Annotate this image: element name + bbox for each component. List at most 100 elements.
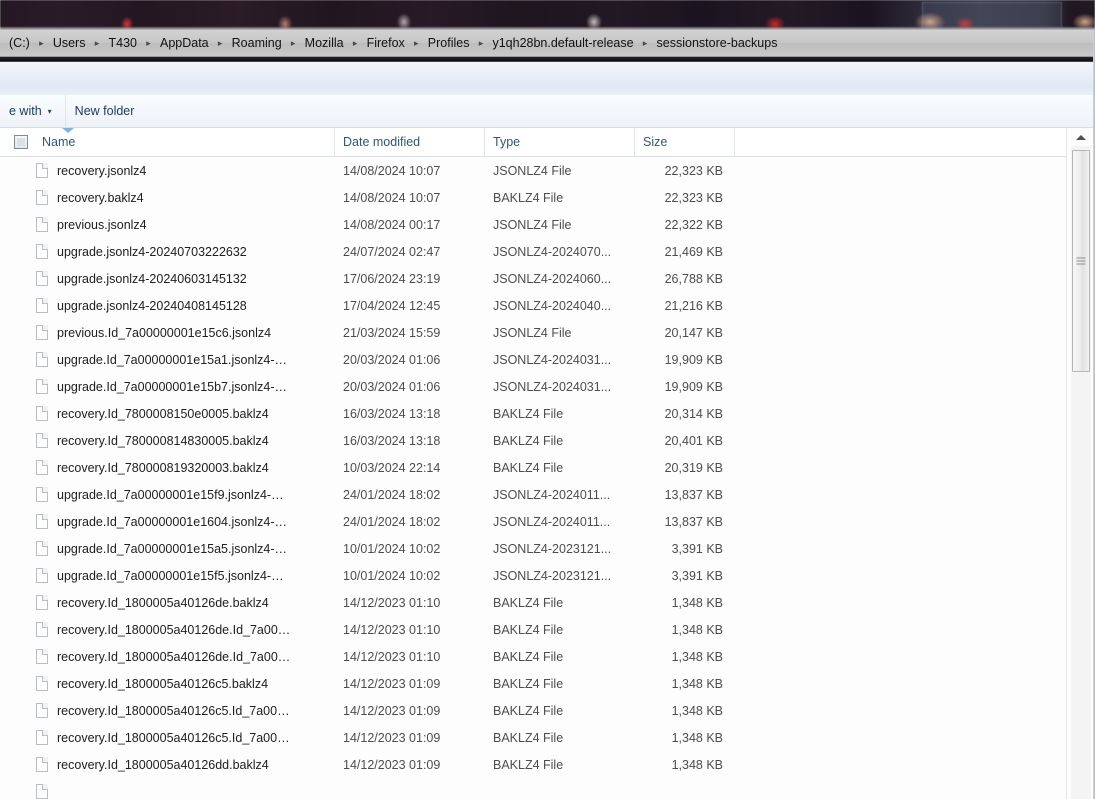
file-name-cell[interactable]: recovery.Id_1800005a40126dd.baklz4 <box>0 757 335 772</box>
file-name-cell[interactable]: upgrade.Id_7a00000001e15f5.jsonlz4-… <box>0 568 335 583</box>
file-row[interactable]: recovery.Id_1800005a40126de.Id_7a00… 14/1… <box>0 616 1066 643</box>
file-name-cell[interactable]: upgrade.Id_7a00000001e15a1.jsonlz4-… <box>0 352 335 367</box>
file-icon <box>36 406 48 421</box>
breadcrumb-item-profile-folder[interactable]: y1qh28bn.default-release <box>487 33 638 54</box>
file-type-cell: JSONLZ4-2024011... <box>493 514 611 529</box>
file-row[interactable]: upgrade.Id_7a00000001e15a1.jsonlz4-… 20/0… <box>0 346 1066 373</box>
file-row[interactable]: upgrade.Id_7a00000001e15f5.jsonlz4-… 10/0… <box>0 562 1066 589</box>
breadcrumb-item-firefox[interactable]: Firefox <box>362 33 410 54</box>
file-size-cell: 1,348 KB <box>671 676 723 691</box>
file-date-modified-cell: 14/12/2023 01:09 <box>343 730 441 745</box>
file-type-cell: JSONLZ4 File <box>493 217 572 232</box>
file-name-cell[interactable]: recovery.Id_1800005a40126c5.Id_7a00… <box>0 730 335 745</box>
file-size-cell: 13,837 KB <box>664 487 723 502</box>
file-row[interactable]: recovery.Id_1800005a40126de.Id_7a00… 14/1… <box>0 643 1066 670</box>
file-row[interactable]: recovery.Id_780000819320003.baklz4 10/03/… <box>0 454 1066 481</box>
open-with-button[interactable]: e with ▾ <box>0 98 61 124</box>
file-row[interactable]: recovery.Id_1800005a40126c5.Id_7a00… 14/1… <box>0 724 1066 751</box>
file-date-modified-cell: 16/03/2024 13:18 <box>343 433 441 448</box>
file-name-cell[interactable]: recovery.Id_780000819320003.baklz4 <box>0 460 335 475</box>
scroll-up-icon[interactable] <box>1067 128 1095 146</box>
file-row[interactable]: upgrade.jsonlz4-20240703222632 24/07/2024… <box>0 238 1066 265</box>
file-row[interactable]: recovery.Id_1800005a40126de.baklz4 14/12/… <box>0 589 1066 616</box>
file-name-cell[interactable]: recovery.jsonlz4 <box>0 163 335 178</box>
column-header-date-modified[interactable]: Date modified <box>335 127 485 157</box>
file-row[interactable]: recovery.baklz4 14/08/2024 10:07 BAKLZ4 Fi… <box>0 184 1066 211</box>
file-row[interactable]: recovery.jsonlz4 14/08/2024 10:07 JSONLZ4 … <box>0 157 1066 184</box>
file-row[interactable]: recovery.Id_7800008150e0005.baklz4 16/03/… <box>0 400 1066 427</box>
address-bar[interactable]: (C:) ▸ Users ▸ T430 ▸ AppData ▸ Roaming … <box>0 30 1095 57</box>
file-name-cell[interactable]: recovery.Id_1800005a40126c5.Id_7a00… <box>0 703 335 718</box>
file-name-label: recovery.Id_1800005a40126c5.Id_7a00… <box>57 703 290 718</box>
breadcrumb-item-users[interactable]: Users <box>48 33 91 54</box>
file-name-cell[interactable] <box>0 784 335 799</box>
file-name-cell[interactable]: upgrade.jsonlz4-20240603145132 <box>0 271 335 286</box>
breadcrumb-separator-icon: ▸ <box>642 37 648 48</box>
file-row[interactable]: recovery.Id_780000814830005.baklz4 16/03/… <box>0 427 1066 454</box>
explorer-toolbar: e with ▾ New folder <box>0 94 1095 128</box>
file-name-cell[interactable]: recovery.Id_7800008150e0005.baklz4 <box>0 406 335 421</box>
new-folder-label: New folder <box>74 104 135 118</box>
file-name-cell[interactable]: upgrade.Id_7a00000001e15b7.jsonlz4-… <box>0 379 335 394</box>
column-header-type[interactable]: Type <box>485 127 635 157</box>
breadcrumb-separator-icon: ▸ <box>217 37 223 48</box>
file-size-cell: 1,348 KB <box>671 730 723 745</box>
breadcrumb-item-drive[interactable]: (C:) <box>4 33 35 54</box>
column-header-size[interactable]: Size <box>635 127 735 157</box>
file-list[interactable]: recovery.jsonlz4 14/08/2024 10:07 JSONLZ4 … <box>0 157 1066 799</box>
file-row[interactable]: upgrade.Id_7a00000001e15b7.jsonlz4-… 20/0… <box>0 373 1066 400</box>
file-row[interactable]: recovery.Id_1800005a40126dd.baklz4 14/12/… <box>0 751 1066 778</box>
file-icon <box>36 514 48 529</box>
file-name-label: upgrade.Id_7a00000001e15f5.jsonlz4-… <box>57 568 284 583</box>
chevron-down-icon: ▾ <box>47 107 52 116</box>
breadcrumb-item-profiles[interactable]: Profiles <box>423 33 475 54</box>
file-name-cell[interactable]: recovery.baklz4 <box>0 190 335 205</box>
file-row[interactable]: upgrade.Id_7a00000001e15a5.jsonlz4-… 10/0… <box>0 535 1066 562</box>
file-size-cell: 13,837 KB <box>664 514 723 529</box>
file-date-modified-cell: 14/08/2024 00:17 <box>343 217 441 232</box>
file-size-cell: 21,216 KB <box>664 298 723 313</box>
file-date-modified-cell: 14/12/2023 01:09 <box>343 757 441 772</box>
file-type-cell: BAKLZ4 File <box>493 730 564 745</box>
new-folder-button[interactable]: New folder <box>66 98 144 124</box>
file-row[interactable]: recovery.Id_1800005a40126c5.Id_7a00… 14/1… <box>0 697 1066 724</box>
file-name-cell[interactable]: recovery.Id_1800005a40126de.Id_7a00… <box>0 649 335 664</box>
file-size-cell: 20,314 KB <box>664 406 723 421</box>
file-name-label: recovery.Id_1800005a40126c5.Id_7a00… <box>57 730 290 745</box>
file-name-cell[interactable]: previous.jsonlz4 <box>0 217 335 232</box>
file-name-cell[interactable]: upgrade.Id_7a00000001e15a5.jsonlz4-… <box>0 541 335 556</box>
file-row[interactable]: upgrade.Id_7a00000001e1604.jsonlz4-… 24/0… <box>0 508 1066 535</box>
file-row[interactable]: upgrade.jsonlz4-20240603145132 17/06/2024… <box>0 265 1066 292</box>
file-row[interactable]: upgrade.Id_7a00000001e15f9.jsonlz4-… 24/0… <box>0 481 1066 508</box>
file-row[interactable]: previous.Id_7a00000001e15c6.jsonlz4 21/03… <box>0 319 1066 346</box>
file-name-cell[interactable]: upgrade.Id_7a00000001e15f9.jsonlz4-… <box>0 487 335 502</box>
file-date-modified-cell: 14/12/2023 01:10 <box>343 622 441 637</box>
file-row-partial[interactable] <box>0 778 1066 799</box>
file-name-cell[interactable]: previous.Id_7a00000001e15c6.jsonlz4 <box>0 325 335 340</box>
breadcrumb-item-t430[interactable]: T430 <box>103 33 142 54</box>
column-header-name[interactable]: Name <box>0 127 335 157</box>
file-name-cell[interactable]: recovery.Id_1800005a40126de.Id_7a00… <box>0 622 335 637</box>
file-name-cell[interactable]: upgrade.jsonlz4-20240408145128 <box>0 298 335 313</box>
file-type-cell: BAKLZ4 File <box>493 757 564 772</box>
file-name-cell[interactable]: upgrade.jsonlz4-20240703222632 <box>0 244 335 259</box>
file-size-cell: 21,469 KB <box>664 244 723 259</box>
file-date-modified-cell: 17/04/2024 12:45 <box>343 298 441 313</box>
file-date-modified-cell: 21/03/2024 15:59 <box>343 325 441 340</box>
file-row[interactable]: upgrade.jsonlz4-20240408145128 17/04/2024… <box>0 292 1066 319</box>
breadcrumb-item-sessionstore-backups[interactable]: sessionstore-backups <box>652 33 783 54</box>
scrollbar-thumb[interactable] <box>1072 150 1090 372</box>
file-row[interactable]: recovery.Id_1800005a40126c5.baklz4 14/12/… <box>0 670 1066 697</box>
file-name-cell[interactable]: upgrade.Id_7a00000001e1604.jsonlz4-… <box>0 514 335 529</box>
file-name-label: recovery.Id_780000819320003.baklz4 <box>57 460 269 475</box>
breadcrumb-item-mozilla[interactable]: Mozilla <box>300 33 349 54</box>
select-all-checkbox[interactable] <box>14 135 28 149</box>
file-date-modified-cell: 14/12/2023 01:10 <box>343 649 441 664</box>
file-name-cell[interactable]: recovery.Id_780000814830005.baklz4 <box>0 433 335 448</box>
vertical-scrollbar[interactable] <box>1066 128 1095 799</box>
file-row[interactable]: previous.jsonlz4 14/08/2024 00:17 JSONLZ4 … <box>0 211 1066 238</box>
breadcrumb-item-roaming[interactable]: Roaming <box>227 33 287 54</box>
breadcrumb-item-appdata[interactable]: AppData <box>155 33 214 54</box>
file-name-cell[interactable]: recovery.Id_1800005a40126c5.baklz4 <box>0 676 335 691</box>
file-name-cell[interactable]: recovery.Id_1800005a40126de.baklz4 <box>0 595 335 610</box>
